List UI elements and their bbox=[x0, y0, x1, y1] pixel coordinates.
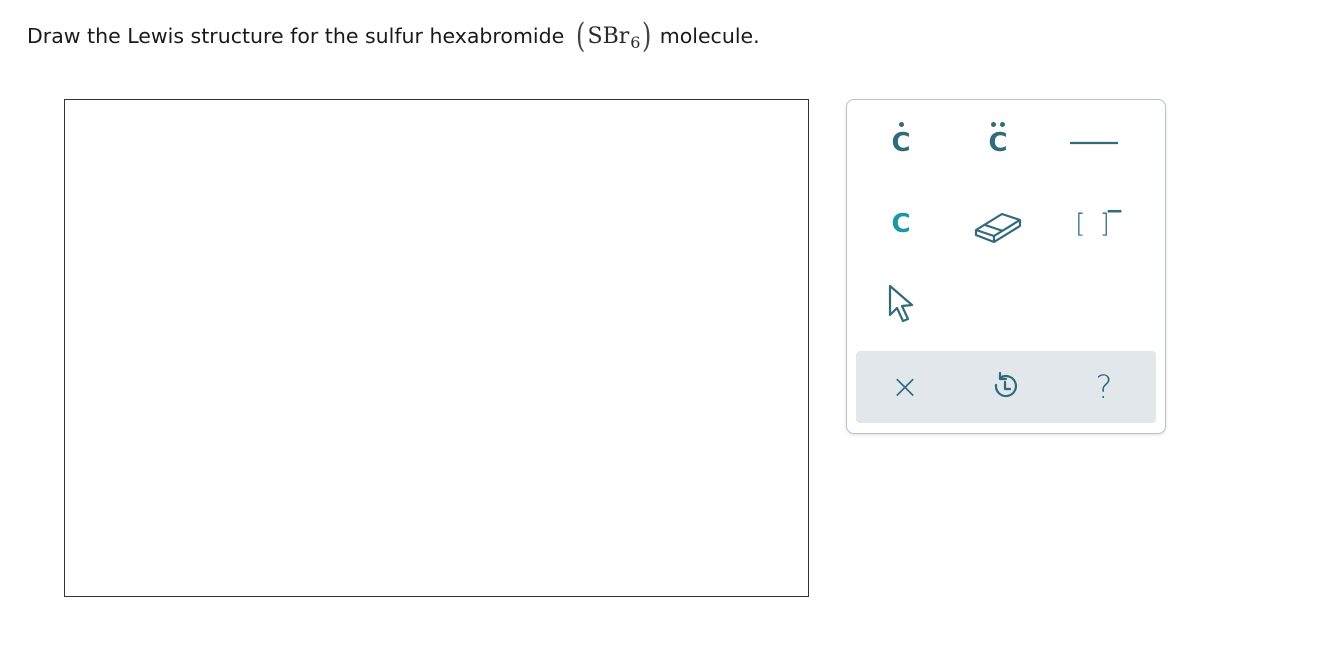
single-electron-icon: C bbox=[891, 122, 911, 158]
question-suffix: molecule. bbox=[659, 24, 760, 48]
electron-dot bbox=[899, 122, 905, 127]
lone-pair-tool[interactable]: C bbox=[963, 113, 1033, 173]
formula-subscript: 6 bbox=[630, 32, 641, 52]
lone-pair-atom-label: C bbox=[988, 128, 1008, 158]
help-icon: ? bbox=[1095, 368, 1113, 406]
help-button[interactable]: ? bbox=[1069, 351, 1139, 423]
atom-tool[interactable]: C bbox=[866, 194, 936, 254]
clear-button[interactable]: × bbox=[870, 351, 940, 423]
action-bar: × ? bbox=[856, 351, 1156, 423]
formula-main: SBr bbox=[587, 23, 630, 49]
single-electron-atom-label: C bbox=[891, 128, 911, 158]
open-paren: ( bbox=[576, 16, 586, 56]
electron-dot-right bbox=[1000, 122, 1006, 127]
pointer-icon bbox=[888, 284, 914, 323]
eraser-tool[interactable] bbox=[963, 194, 1033, 254]
tool-palette: C C C [ ] − × ? bbox=[846, 99, 1166, 434]
single-bond-icon bbox=[1070, 141, 1118, 145]
charge-sign: − bbox=[1105, 199, 1127, 224]
bracket-charge-icon: [ ] − bbox=[1075, 199, 1124, 239]
atom-icon: C bbox=[891, 209, 911, 239]
undo-icon bbox=[994, 372, 1017, 398]
drawing-canvas[interactable] bbox=[64, 99, 809, 597]
single-electron-tool[interactable]: C bbox=[866, 113, 936, 173]
single-bond-tool[interactable] bbox=[1059, 113, 1129, 173]
select-tool[interactable] bbox=[866, 274, 936, 334]
chemical-formula: ( SBr 6 ) bbox=[574, 19, 653, 53]
close-paren: ) bbox=[642, 16, 652, 56]
question-prefix: Draw the Lewis structure for the sulfur … bbox=[27, 24, 565, 48]
bracket-charge-tool[interactable]: [ ] − bbox=[1059, 194, 1129, 254]
undo-button[interactable] bbox=[970, 351, 1040, 423]
close-icon: × bbox=[890, 367, 920, 407]
eraser-icon bbox=[974, 212, 1022, 244]
question-text: Draw the Lewis structure for the sulfur … bbox=[27, 14, 760, 58]
electron-dot-left bbox=[991, 122, 997, 127]
lone-pair-icon: C bbox=[988, 122, 1008, 158]
